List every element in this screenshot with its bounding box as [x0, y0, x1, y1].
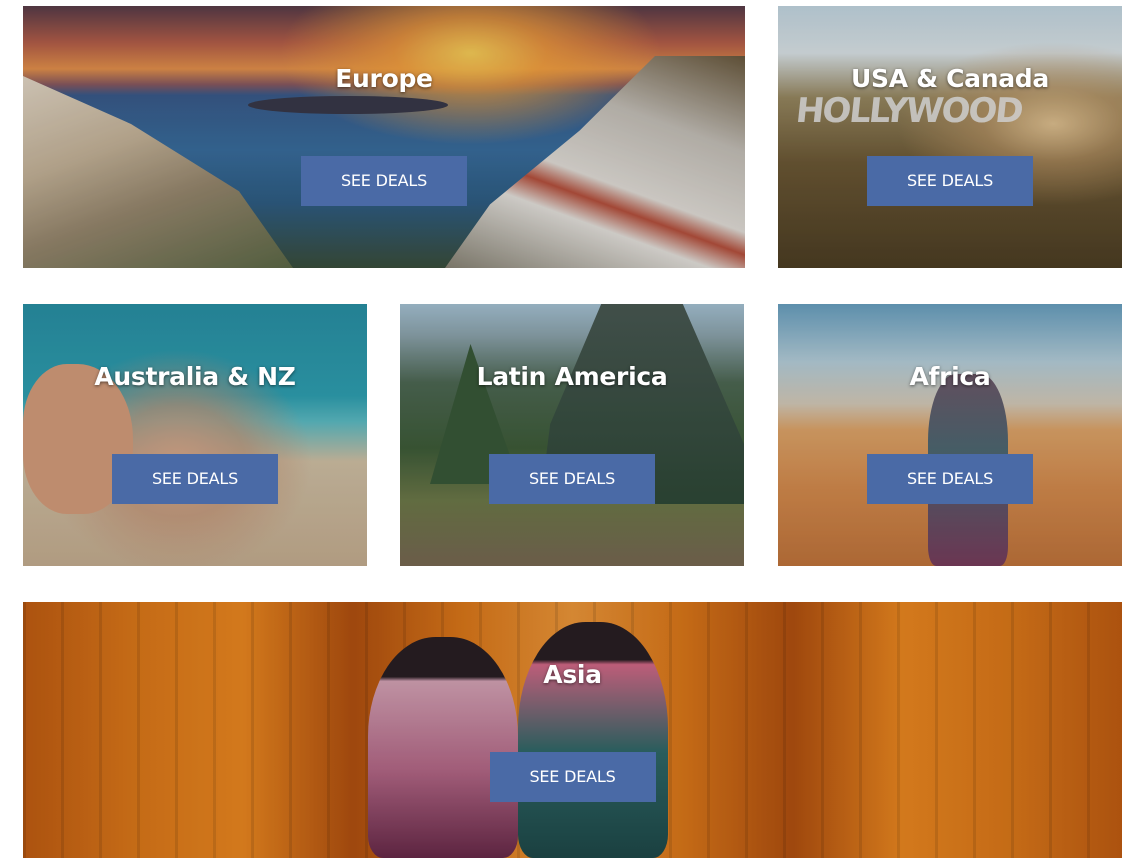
destination-card-africa[interactable]: Africa SEE DEALS: [778, 304, 1122, 566]
destination-card-latin-america[interactable]: Latin America SEE DEALS: [400, 304, 744, 566]
destination-card-australia-nz[interactable]: Australia & NZ SEE DEALS: [23, 304, 367, 566]
see-deals-button[interactable]: SEE DEALS: [112, 454, 278, 504]
see-deals-button[interactable]: SEE DEALS: [489, 454, 655, 504]
destination-title: Australia & NZ: [94, 362, 296, 391]
destinations-grid: Europe SEE DEALS HOLLYWOOD USA & Canada …: [0, 0, 1129, 858]
destination-title: Africa: [909, 362, 991, 391]
destination-card-usa-canada[interactable]: HOLLYWOOD USA & Canada SEE DEALS: [778, 6, 1122, 268]
destination-card-asia[interactable]: Asia SEE DEALS: [23, 602, 1122, 858]
destination-title: Latin America: [476, 362, 668, 391]
see-deals-button[interactable]: SEE DEALS: [301, 156, 467, 206]
see-deals-button[interactable]: SEE DEALS: [867, 156, 1033, 206]
destination-title: USA & Canada: [851, 64, 1049, 93]
destination-title: Asia: [543, 660, 602, 689]
destination-title: Europe: [335, 64, 433, 93]
see-deals-button[interactable]: SEE DEALS: [489, 752, 656, 802]
see-deals-button[interactable]: SEE DEALS: [867, 454, 1033, 504]
destination-card-europe[interactable]: Europe SEE DEALS: [23, 6, 745, 268]
